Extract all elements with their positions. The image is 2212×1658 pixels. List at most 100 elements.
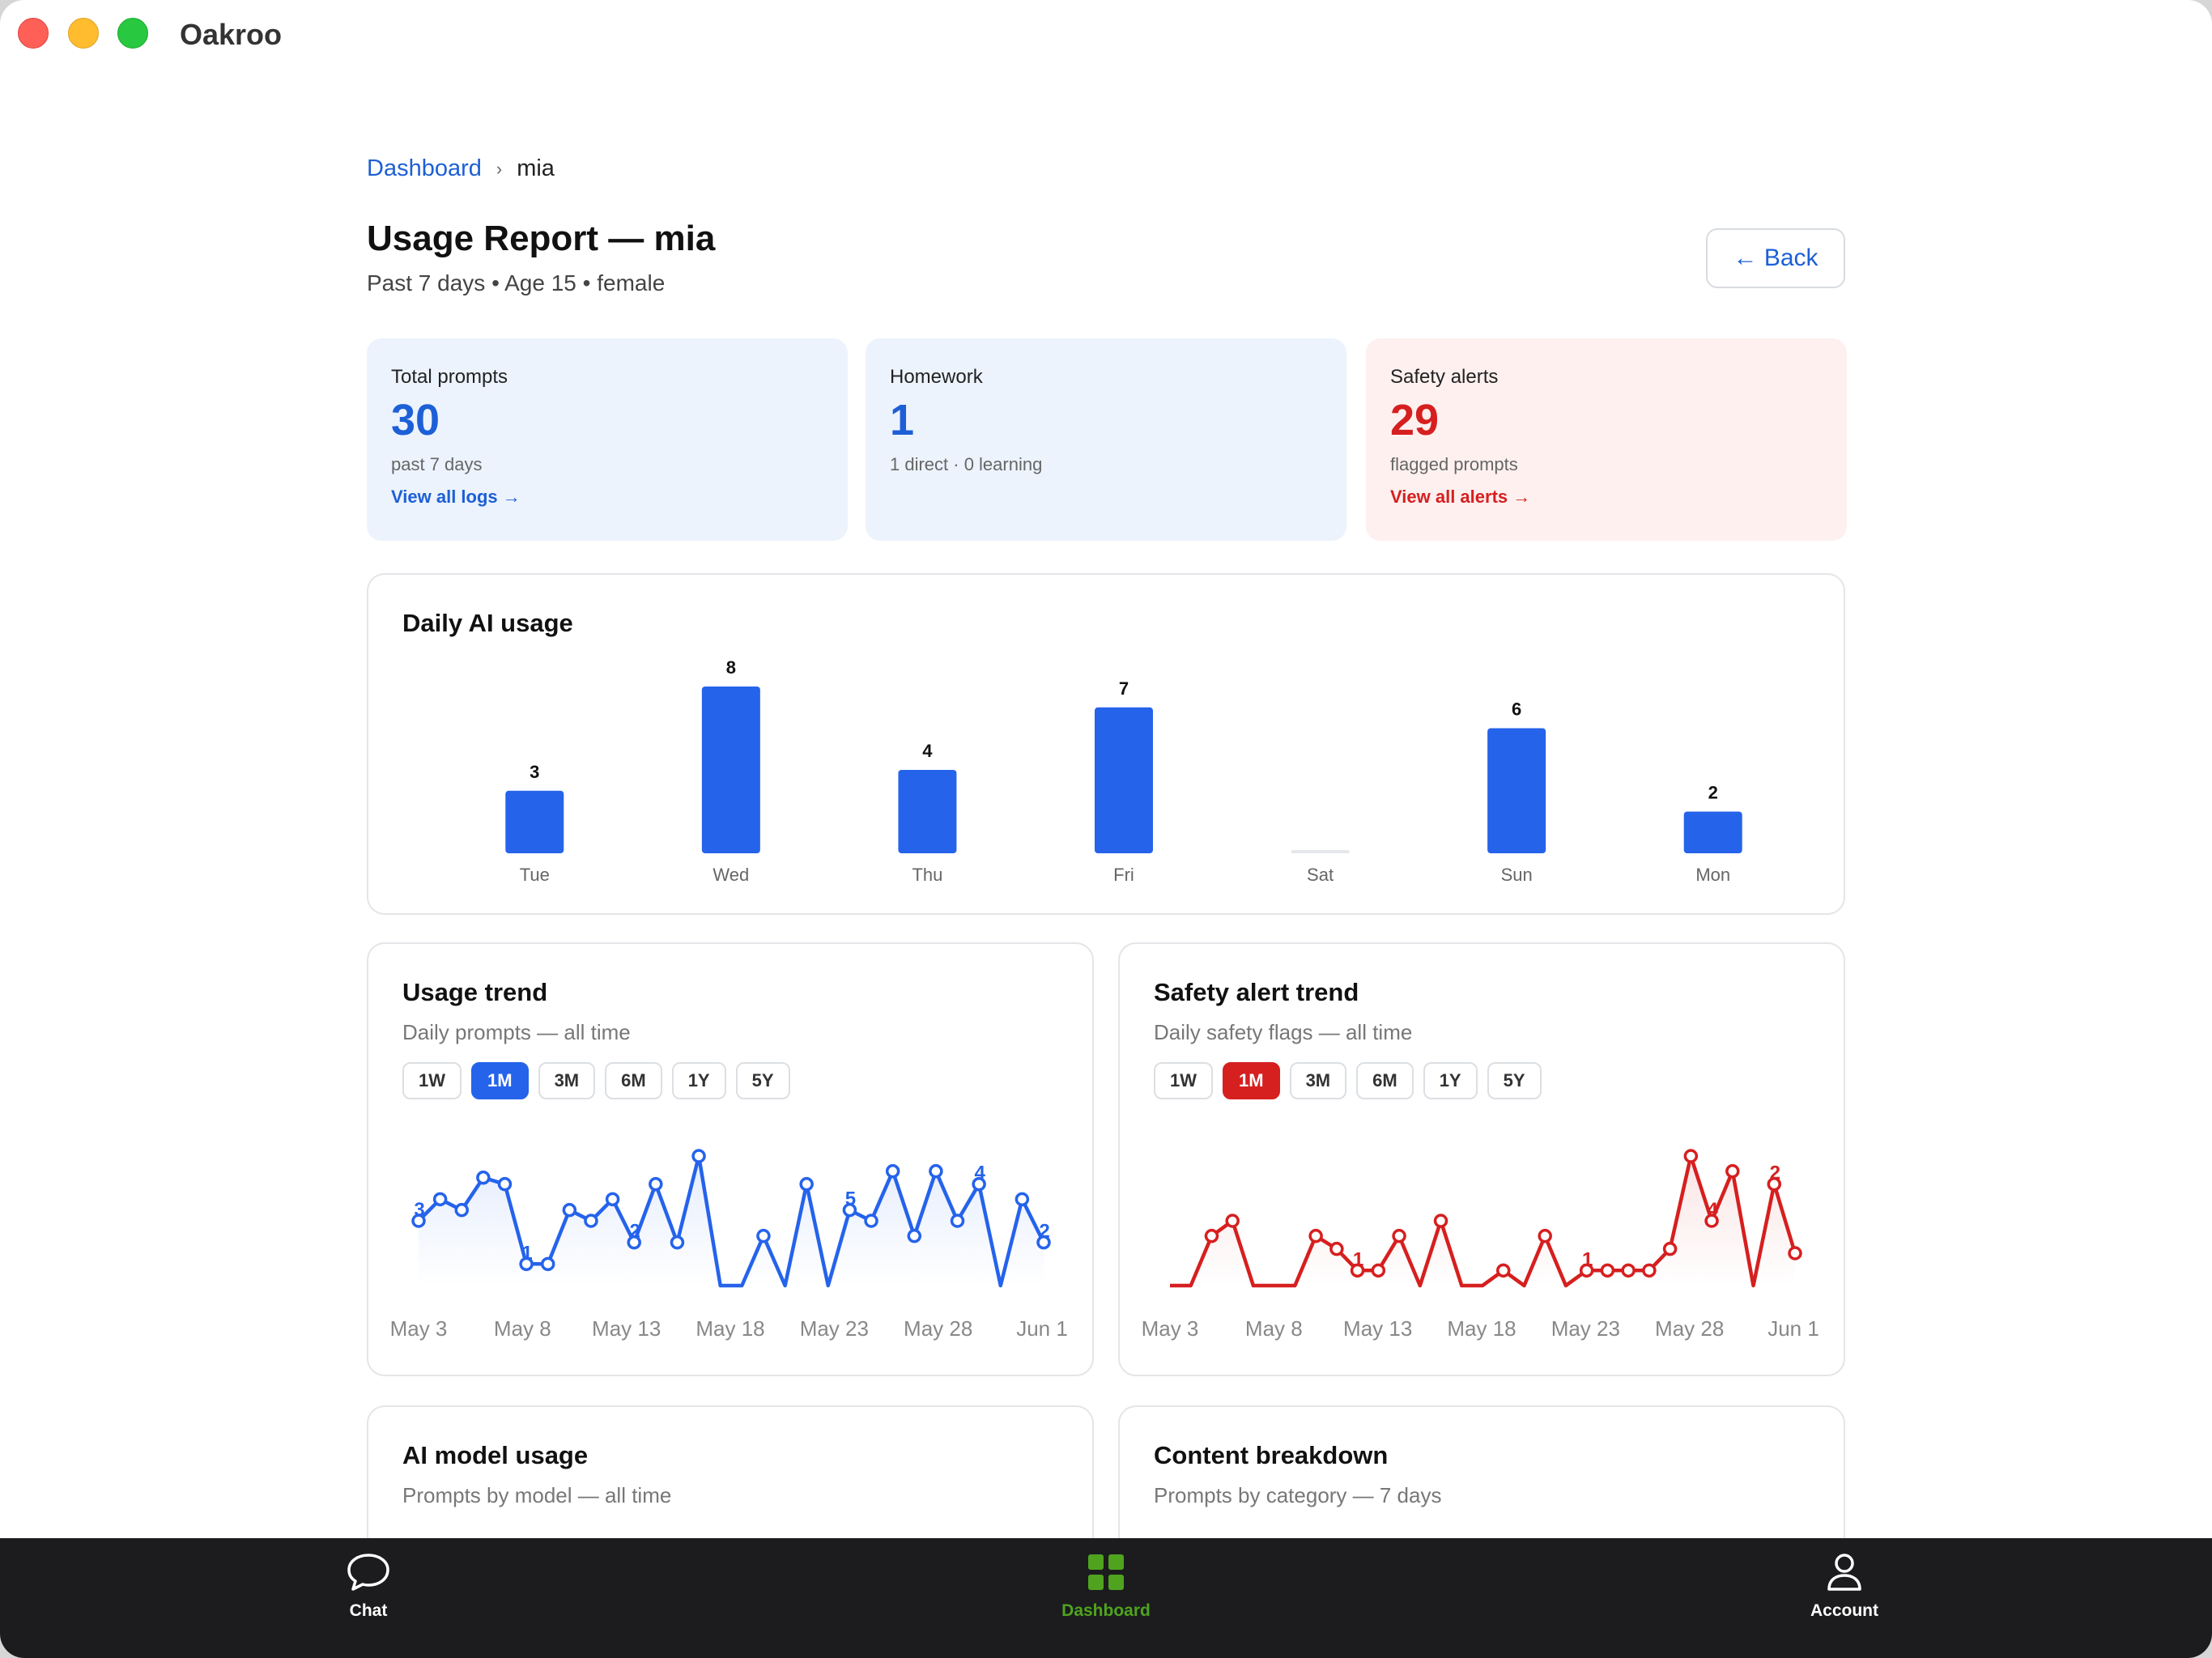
trend-data-label: 2 (1770, 1163, 1780, 1184)
bar-value-label: 6 (1512, 699, 1521, 720)
view-all-alerts-link[interactable]: View all alerts → (1390, 487, 1530, 508)
tab-dashboard-label: Dashboard (1061, 1601, 1151, 1620)
stat-value: 30 (391, 396, 440, 444)
content-breakdown-subtitle: Prompts by category — 7 days (1154, 1483, 1442, 1507)
trend-data-label: 2 (1039, 1221, 1049, 1243)
x-tick-label: May 8 (1245, 1316, 1303, 1341)
trend-point (476, 1170, 491, 1185)
range-button-1w[interactable]: 1W (402, 1062, 462, 1099)
range-button-5y[interactable]: 5Y (1487, 1062, 1542, 1099)
bar-mon (1683, 811, 1742, 853)
range-button-1m[interactable]: 1M (471, 1062, 529, 1099)
stat-label: Homework (890, 366, 983, 388)
x-tick-label: Jun 1 (1767, 1316, 1819, 1341)
trend-point (1621, 1263, 1636, 1278)
x-tick-label: May 13 (592, 1316, 661, 1341)
range-button-3m[interactable]: 3M (1289, 1062, 1347, 1099)
stat-label: Safety alerts (1390, 366, 1499, 388)
stat-card-total-prompts: Total prompts 30 past 7 days View all lo… (367, 338, 848, 541)
trend-data-label: 4 (1707, 1199, 1718, 1221)
x-tick-label: Jun 1 (1016, 1316, 1068, 1341)
main-content: Dashboard › mia Usage Report — mia Past … (367, 68, 1847, 1616)
bottom-tab-bar: Chat Dashboard Account (0, 1538, 2212, 1658)
person-icon (1822, 1550, 1867, 1595)
model-usage-title: AI model usage (402, 1441, 589, 1469)
trend-point (605, 1192, 620, 1207)
trend-point (584, 1214, 598, 1228)
bar-tue (505, 790, 564, 853)
trend-data-label: 4 (974, 1163, 985, 1184)
x-tick-label: May 23 (1551, 1316, 1620, 1341)
close-window-button[interactable] (18, 18, 49, 49)
breadcrumb-separator: › (496, 158, 503, 179)
maximize-window-button[interactable] (117, 18, 148, 49)
stat-label: Total prompts (391, 366, 508, 388)
model-usage-subtitle: Prompts by model — all time (402, 1483, 672, 1507)
usage-trend-subtitle: Daily prompts — all time (402, 1020, 631, 1044)
trend-point (1788, 1246, 1802, 1261)
tab-account[interactable]: Account (1763, 1550, 1925, 1647)
stat-note: flagged prompts (1390, 454, 1518, 475)
range-button-3m[interactable]: 3M (538, 1062, 596, 1099)
trend-point (1600, 1263, 1615, 1278)
alert-trend-title: Safety alert trend (1154, 978, 1359, 1006)
x-tick-label: May 18 (696, 1316, 764, 1341)
trend-area (419, 1156, 1044, 1286)
trend-data-label: 3 (414, 1199, 424, 1221)
daily-usage-chart: 3 Tue 8 Wed 4 Thu 7 Fri Sat 6 Sun 2 Mon (505, 657, 1742, 885)
usage-range-selector: 1W 1M 3M 6M 1Y 5Y (402, 1062, 790, 1099)
trend-point (1662, 1241, 1678, 1256)
trend-point (799, 1176, 814, 1192)
x-tick-label: Sat (1307, 865, 1334, 885)
tab-account-label: Account (1810, 1601, 1878, 1620)
x-tick-label: Tue (520, 865, 550, 885)
trend-point (562, 1202, 577, 1218)
x-tick-label: May 28 (1655, 1316, 1724, 1341)
trend-point (1371, 1263, 1386, 1278)
tab-chat-label: Chat (349, 1601, 388, 1620)
x-tick-label: Fri (1113, 865, 1134, 885)
alert-trend-chart: 1 1 4 2 May 3 May 8 May 13 May 18 May 23 May 28 Ju… (1142, 1149, 1819, 1341)
trend-point (454, 1202, 469, 1218)
range-button-1y[interactable]: 1Y (671, 1062, 726, 1099)
title-bar: Oakroo (0, 0, 2212, 68)
range-button-1y[interactable]: 1Y (1423, 1062, 1478, 1099)
x-tick-label: May 23 (800, 1316, 869, 1341)
trend-point (1225, 1214, 1240, 1228)
content-breakdown-title: Content breakdown (1154, 1441, 1389, 1469)
x-tick-label: Sun (1501, 865, 1533, 885)
tab-dashboard[interactable]: Dashboard (1025, 1550, 1187, 1647)
bar-value-label: 8 (726, 657, 736, 678)
stat-card-safety-alerts: Safety alerts 29 flagged prompts View al… (1366, 338, 1847, 541)
bar-value-label: 7 (1119, 678, 1129, 699)
page-subtitle: Past 7 days • Age 15 • female (367, 270, 666, 295)
trend-point (950, 1214, 965, 1228)
x-tick-label: Thu (912, 865, 942, 885)
stat-card-homework: Homework 1 1 direct · 0 learning (866, 338, 1346, 541)
trend-point (1642, 1263, 1657, 1278)
trend-point (1204, 1228, 1219, 1244)
range-button-5y[interactable]: 5Y (735, 1062, 790, 1099)
x-tick-label: May 3 (1142, 1316, 1199, 1341)
trend-point (907, 1228, 922, 1244)
minimize-window-button[interactable] (68, 18, 99, 49)
bar-sat (1291, 850, 1350, 853)
range-button-1m[interactable]: 1M (1223, 1062, 1280, 1099)
usage-trend-chart: 3 1 2 5 4 2 May 3 May 8 May 13 May 18 May 23 May 28… (390, 1149, 1068, 1341)
trend-point (1308, 1228, 1323, 1244)
trend-data-label: 2 (630, 1221, 640, 1243)
range-button-1w[interactable]: 1W (1154, 1062, 1213, 1099)
tab-chat[interactable]: Chat (287, 1550, 449, 1647)
breadcrumb-dashboard-link[interactable]: Dashboard (367, 155, 482, 182)
chat-bubble-icon (346, 1550, 391, 1595)
view-all-logs-link[interactable]: View all logs → (391, 487, 521, 508)
trend-point (885, 1163, 900, 1179)
x-tick-label: May 13 (1343, 1316, 1412, 1341)
trend-point (1495, 1263, 1511, 1278)
range-button-6m[interactable]: 6M (1356, 1062, 1414, 1099)
trend-point (1329, 1241, 1344, 1256)
grid-icon (1083, 1550, 1129, 1595)
alert-trend-subtitle: Daily safety flags — all time (1154, 1020, 1413, 1044)
range-button-6m[interactable]: 6M (605, 1062, 662, 1099)
back-button[interactable]: ← Back (1706, 228, 1845, 288)
